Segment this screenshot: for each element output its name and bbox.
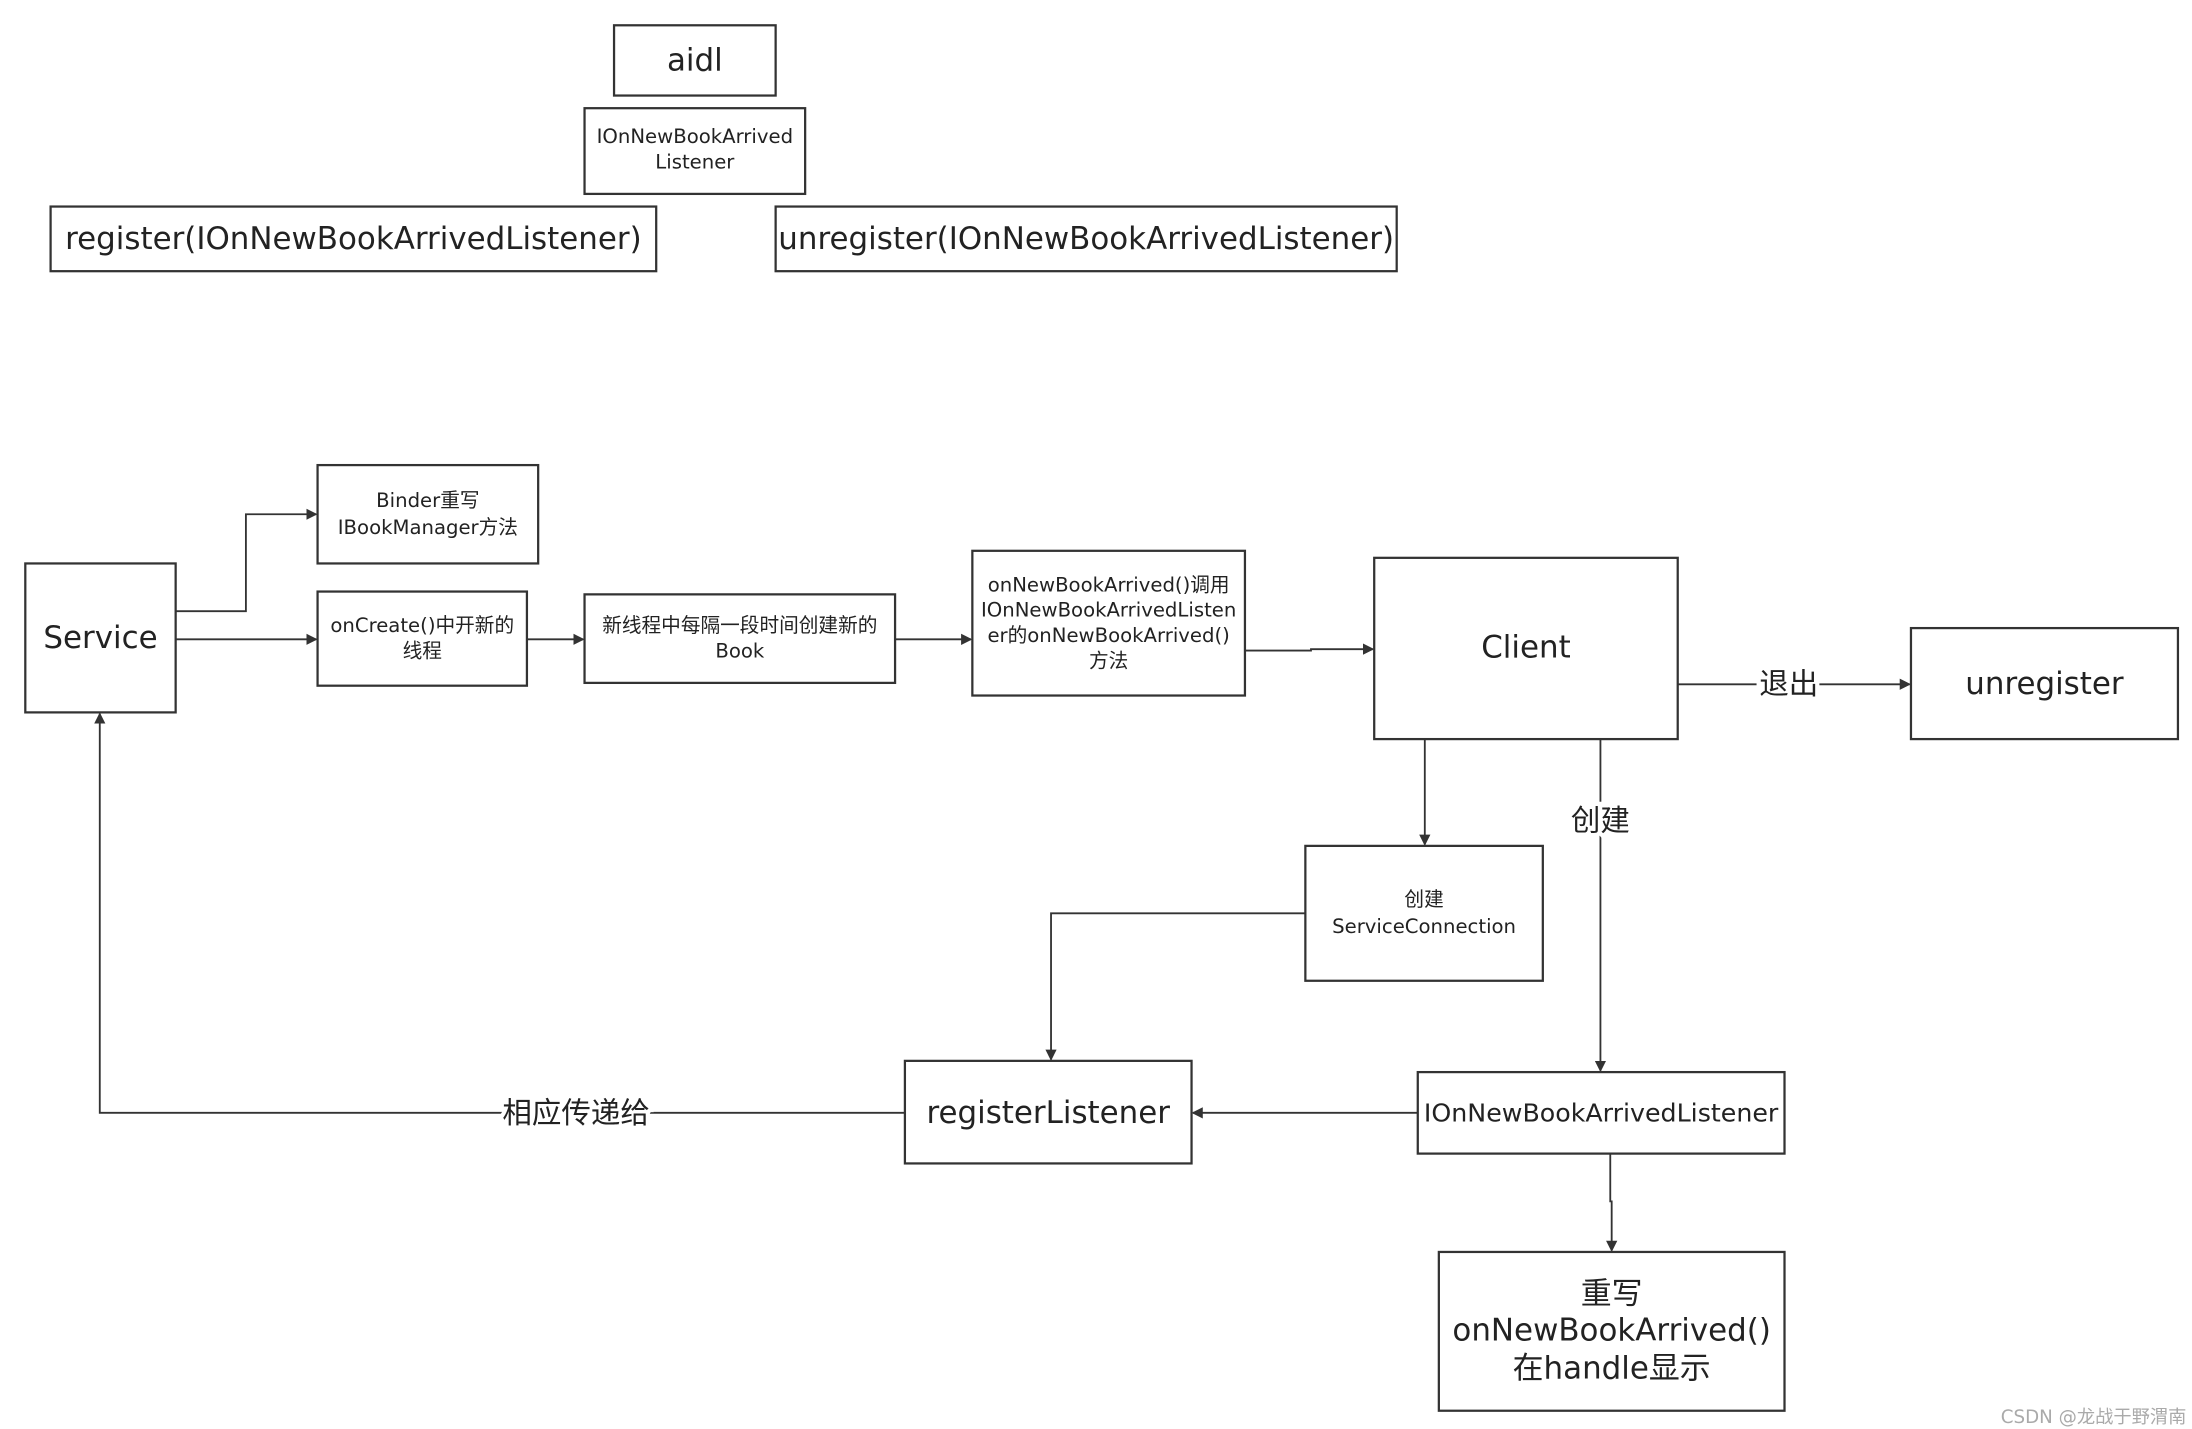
oncreate-node: onCreate()中开新的 线程 <box>316 590 529 687</box>
edge-label-pass-to: 相应传递给 <box>502 1096 650 1130</box>
edge-callback-client <box>1244 643 1375 655</box>
edge-label-exit: 退出 <box>1759 667 1818 701</box>
client-node: Client <box>1373 556 1679 741</box>
node-text: onNewBookArrived() <box>1452 1313 1770 1349</box>
edge-label-create: 创建 <box>1571 803 1630 837</box>
override-node: 重写 onNewBookArrived() 在handle显示 <box>1437 1250 1786 1412</box>
edge-registerlistener-service <box>94 712 905 1114</box>
aidl-label: aidl <box>667 42 723 78</box>
node-text: 新线程中每隔一段时间创建新的 <box>602 614 877 637</box>
thread-node: 新线程中每隔一段时间创建新的 Book <box>583 593 897 685</box>
service-node: Service <box>24 562 177 714</box>
edge-service-binder <box>175 508 318 613</box>
node-text: Binder重写 <box>376 489 479 512</box>
node-text: er的onNewBookArrived() <box>987 624 1229 647</box>
unregister-method-node: unregister(IOnNewBookArrivedListener) <box>774 205 1398 273</box>
node-text: IOnNewBookArrived <box>597 125 793 148</box>
node-text: IOnNewBookArrivedListener <box>1424 1098 1779 1127</box>
edge-listener-override <box>1606 1153 1618 1252</box>
node-text: Book <box>715 639 765 662</box>
node-text: unregister <box>1965 666 2124 702</box>
register-node: register(IOnNewBookArrivedListener) <box>49 205 658 273</box>
edge-serviceconnection-registerlistener <box>1045 912 1306 1061</box>
service-connection-node: 创建 ServiceConnection <box>1304 844 1544 982</box>
aidl-node: aidl <box>612 24 777 97</box>
unregister-node: unregister <box>1909 626 2180 741</box>
node-text: unregister(IOnNewBookArrivedListener) <box>778 221 1394 257</box>
node-text: registerListener <box>926 1095 1170 1131</box>
node-text: ServiceConnection <box>1332 915 1516 938</box>
node-text: Listener <box>655 150 735 173</box>
node-text: 线程 <box>403 639 442 662</box>
node-text: 重写 <box>1581 1276 1643 1312</box>
node-text: 创建 <box>1404 888 1443 911</box>
node-text: 在handle显示 <box>1513 1350 1711 1386</box>
node-text: Client <box>1481 630 1570 666</box>
callback-node: onNewBookArrived()调用 IOnNewBookArrivedLi… <box>971 549 1247 697</box>
node-text: IOnNewBookArrivedListen <box>981 599 1236 622</box>
watermark: CSDN @龙战于野渭南 <box>2001 1407 2187 1428</box>
listener-node: IOnNewBookArrivedListener <box>1416 1070 1786 1155</box>
node-text: 方法 <box>1089 649 1128 672</box>
node-text: onCreate()中开新的 <box>330 614 514 637</box>
node-text: IBookManager方法 <box>338 516 518 539</box>
aidl-listener-node: IOnNewBookArrived Listener <box>583 107 807 196</box>
binder-node: Binder重写 IBookManager方法 <box>316 463 540 565</box>
node-text: onNewBookArrived()调用 <box>988 573 1230 596</box>
register-listener-node: registerListener <box>903 1059 1193 1165</box>
diagram-canvas: aidl IOnNewBookArrived Listener register… <box>24 24 2187 1428</box>
node-text: register(IOnNewBookArrivedListener) <box>65 221 642 257</box>
node-text: Service <box>43 620 157 656</box>
